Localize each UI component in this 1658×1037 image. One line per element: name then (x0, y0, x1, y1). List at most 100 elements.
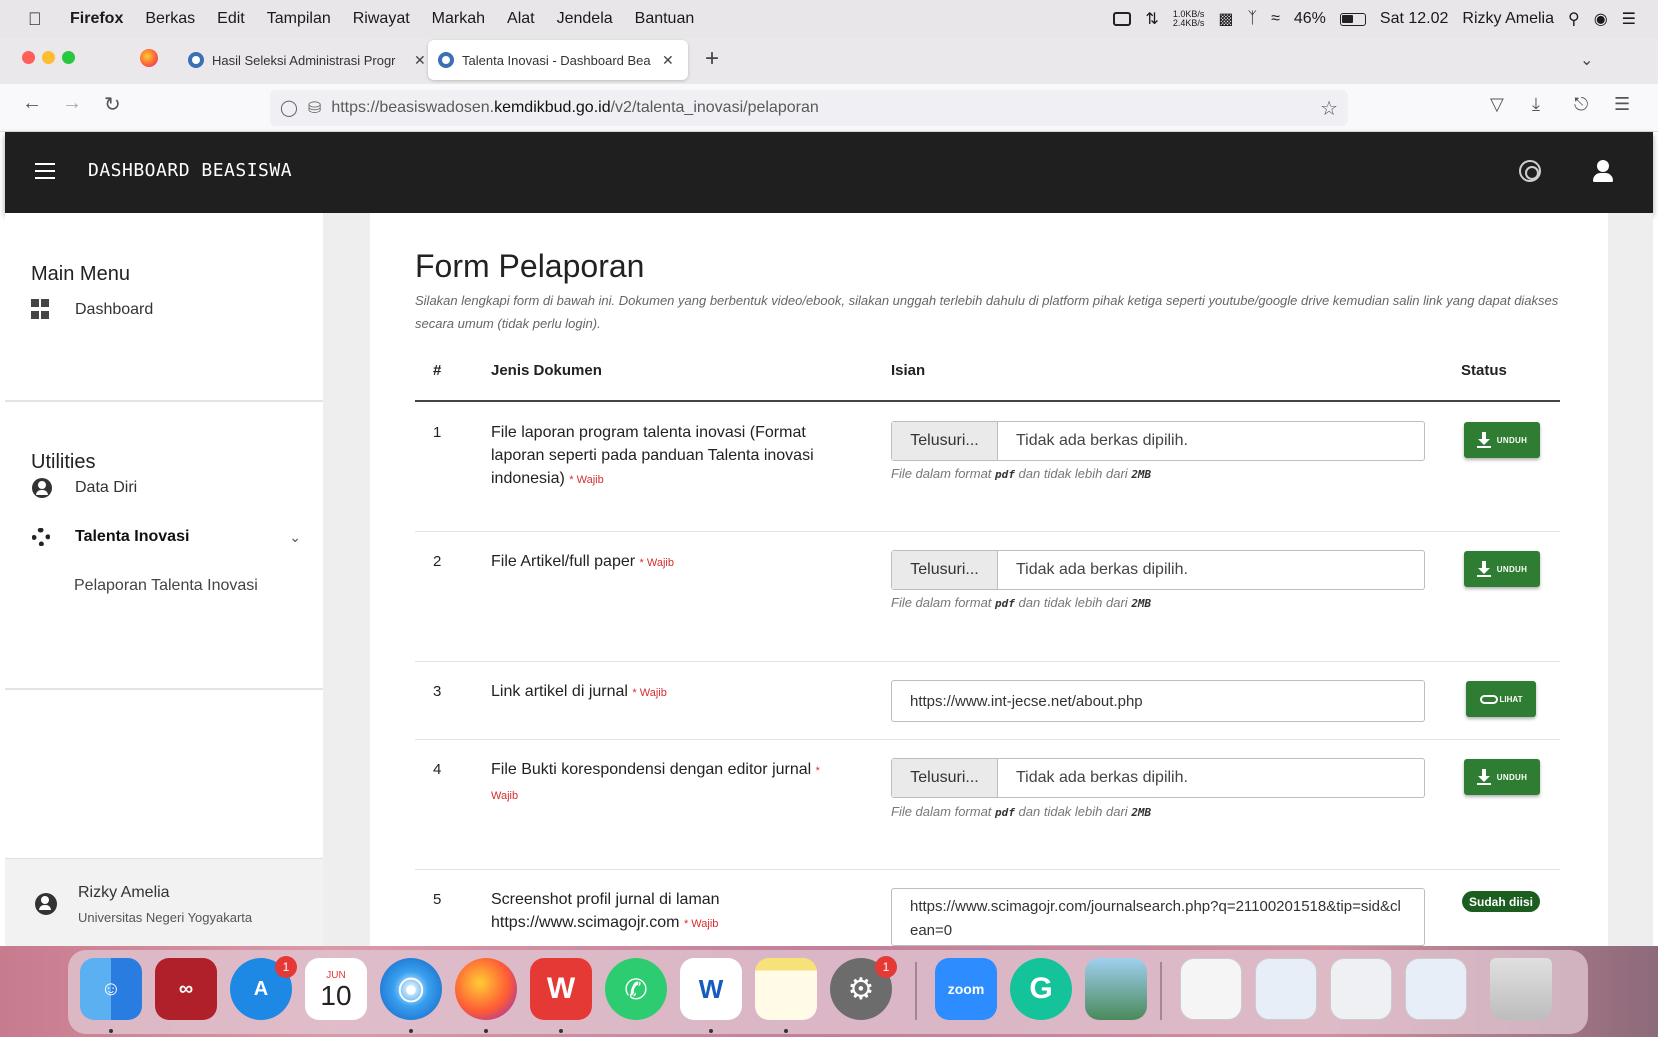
whatsapp-icon[interactable]: ✆ (605, 958, 667, 1020)
minimize-window-button[interactable] (42, 51, 55, 64)
chevron-down-icon[interactable]: ⌄ (289, 529, 301, 546)
column-header-number: # (433, 362, 442, 379)
url-prefix: https://beasiswadosen. (331, 99, 495, 116)
control-center-icon[interactable]: ☰ (1622, 9, 1636, 29)
menu-bantuan[interactable]: Bantuan (635, 10, 695, 28)
sidebar-item-label: Data Diri (75, 479, 138, 496)
extensions-icon[interactable]: ⎋ (1574, 94, 1588, 115)
unduh-button[interactable]: UNDUH (1464, 759, 1540, 795)
download-icon (1476, 769, 1491, 785)
tab-close-icon[interactable]: ✕ (414, 52, 426, 69)
battery-icon[interactable] (1339, 12, 1366, 26)
user-account-icon[interactable] (1591, 158, 1615, 184)
sidebar-item-label: Pelaporan Talenta Inovasi (74, 577, 258, 594)
journal-link-input[interactable]: https://www.int-jecse.net/about.php (891, 680, 1425, 722)
scimago-link-input[interactable]: https://www.scimagojr.com/journalsearch.… (891, 888, 1425, 946)
file-upload-input[interactable]: Telusuri... Tidak ada berkas dipilih. (891, 550, 1425, 590)
status-app-icon[interactable] (1113, 12, 1132, 26)
hamburger-menu-icon[interactable] (35, 163, 55, 179)
forward-arrow-icon[interactable]: → (62, 92, 82, 115)
wps-office-icon[interactable]: W (530, 958, 592, 1020)
gear-icon (32, 528, 50, 546)
grammarly-icon[interactable]: G (1010, 958, 1072, 1020)
menu-app-name[interactable]: Firefox (70, 10, 123, 28)
required-marker: * Wajib (639, 557, 674, 569)
browse-button[interactable]: Telusuri... (892, 759, 998, 797)
column-header-jenis-dokumen: Jenis Dokumen (491, 362, 602, 379)
menu-edit[interactable]: Edit (217, 10, 245, 28)
menu-user-name[interactable]: Rizky Amelia (1462, 10, 1554, 28)
unduh-button[interactable]: UNDUH (1464, 422, 1540, 458)
tab-label: Talenta Inovasi - Dashboard Bea (462, 52, 651, 68)
row-document-name: File Artikel/full paper * Wajib (491, 553, 674, 570)
sync-icon[interactable]: ⇅ (1145, 9, 1158, 29)
tab-label: Hasil Seleksi Administrasi Progr (212, 52, 396, 68)
row-document-name: Screenshot profil jurnal di laman https:… (491, 891, 720, 931)
close-window-button[interactable] (22, 51, 35, 64)
back-arrow-icon[interactable]: ← (22, 92, 42, 115)
selected-file-name: Tidak ada berkas dipilih. (1016, 769, 1188, 786)
apple-menu-icon[interactable]:  (28, 9, 50, 30)
file-upload-input[interactable]: Telusuri... Tidak ada berkas dipilih. (891, 758, 1425, 798)
preview-icon[interactable] (1085, 958, 1147, 1020)
new-tab-plus-icon[interactable]: + (705, 45, 719, 73)
safari-icon[interactable]: ⦿ (380, 958, 442, 1020)
sidebar-item-data-diri[interactable]: Data Diri (31, 477, 137, 499)
row-number: 5 (433, 891, 442, 908)
list-all-tabs-chevron-icon[interactable]: ⌄ (1580, 50, 1593, 70)
lihat-button[interactable]: LIHAT (1466, 681, 1536, 717)
zoom-icon[interactable]: zoom (935, 958, 997, 1020)
mendeley-icon[interactable]: ∞ (155, 958, 217, 1020)
finder-window-thumbnail-icon[interactable] (1330, 958, 1392, 1020)
finder-icon[interactable]: ☺ (80, 958, 142, 1020)
required-marker: * Wajib (569, 474, 604, 486)
selected-file-name: Tidak ada berkas dipilih. (1016, 432, 1188, 449)
file-format-hint: File dalam format pdf dan tidak lebih da… (891, 466, 1152, 481)
menu-berkas[interactable]: Berkas (145, 10, 195, 28)
unduh-button[interactable]: UNDUH (1464, 551, 1540, 587)
menu-riwayat[interactable]: Riwayat (353, 10, 410, 28)
fingerprint-icon[interactable] (1519, 160, 1541, 182)
menu-jendela[interactable]: Jendela (557, 10, 613, 28)
tab-hasil-seleksi[interactable]: Hasil Seleksi Administrasi Progr ✕ (178, 40, 436, 80)
reload-icon[interactable]: ↻ (104, 92, 121, 117)
maximize-window-button[interactable] (62, 51, 75, 64)
wifi-icon[interactable]: ≈ (1271, 10, 1280, 28)
bookmark-star-icon[interactable]: ☆ (1320, 96, 1338, 121)
browse-button[interactable]: Telusuri... (892, 422, 998, 460)
bluetooth-icon[interactable]: ᛉ (1247, 10, 1257, 28)
tab-close-icon[interactable]: ✕ (662, 52, 674, 69)
file-upload-input[interactable]: Telusuri... Tidak ada berkas dipilih. (891, 421, 1425, 461)
microsoft-word-icon[interactable]: W (680, 958, 742, 1020)
sidebar-item-talenta-inovasi[interactable]: Talenta Inovasi ⌄ (31, 526, 301, 548)
selected-file-name: Tidak ada berkas dipilih. (1016, 561, 1188, 578)
pocket-icon[interactable]: ▽ (1490, 94, 1504, 115)
app-header: DASHBOARD BEASISWA (5, 132, 1653, 213)
spotlight-search-icon[interactable]: ⚲ (1568, 9, 1580, 29)
notes-icon[interactable] (755, 958, 817, 1020)
clock[interactable]: Sat 12.02 (1380, 10, 1449, 28)
shield-icon[interactable]: ◯ (280, 98, 298, 118)
lock-icon[interactable]: ⛁ (308, 98, 321, 118)
firefox-icon[interactable] (455, 958, 517, 1020)
tab-talenta-inovasi[interactable]: Talenta Inovasi - Dashboard Bea ✕ (428, 40, 688, 80)
sidebar-item-dashboard[interactable]: Dashboard (31, 299, 153, 321)
sidebar-user-footer[interactable]: Rizky Amelia Universitas Negeri Yogyakar… (5, 858, 323, 946)
url-bar[interactable]: ◯ ⛁ https://beasiswadosen. kemdikbud.go.i… (270, 90, 1348, 126)
menu-markah[interactable]: Markah (432, 10, 485, 28)
trash-icon[interactable] (1490, 958, 1552, 1020)
app-menu-icon[interactable]: ☰ (1614, 94, 1630, 115)
display-icon[interactable]: ▩ (1218, 9, 1233, 29)
browse-button[interactable]: Telusuri... (892, 551, 998, 589)
word-document-thumbnail-icon[interactable] (1405, 958, 1467, 1020)
document-thumbnail-icon[interactable] (1180, 958, 1242, 1020)
siri-icon[interactable]: ◉ (1594, 9, 1608, 29)
sidebar-subitem-pelaporan[interactable]: Pelaporan Talenta Inovasi (74, 577, 258, 595)
menu-tampilan[interactable]: Tampilan (267, 10, 331, 28)
calendar-icon[interactable]: JUN 10 (305, 958, 367, 1020)
running-indicator (109, 1029, 113, 1033)
downloads-icon[interactable]: ⤓ (1532, 94, 1540, 115)
menu-alat[interactable]: Alat (507, 10, 535, 28)
firefox-view-icon[interactable] (140, 49, 158, 67)
word-document-thumbnail-icon[interactable] (1255, 958, 1317, 1020)
